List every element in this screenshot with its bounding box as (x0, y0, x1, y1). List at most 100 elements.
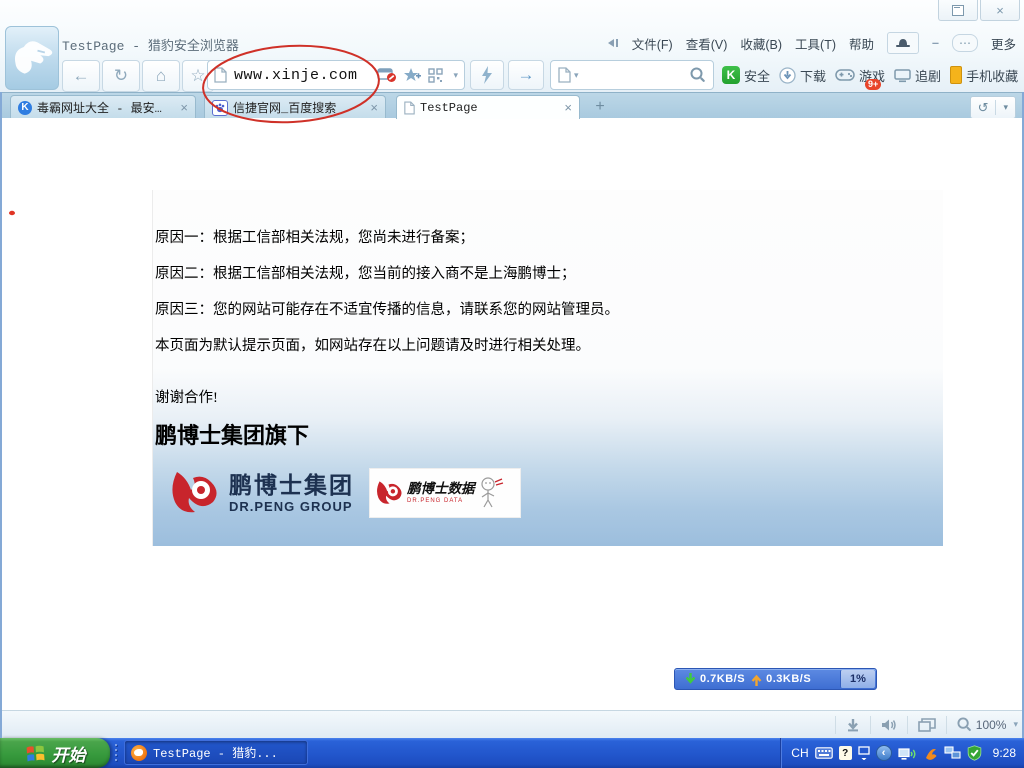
back-icon: ← (73, 66, 90, 86)
divider (946, 716, 947, 734)
close-button[interactable]: × (980, 0, 1020, 21)
window-border-left (0, 92, 2, 738)
k-safe-icon: K (722, 66, 740, 84)
page-icon (214, 67, 227, 83)
chevron-down-icon[interactable]: ▾ (996, 102, 1015, 113)
tab-title: 毒霸网址大全 - 最安… (37, 99, 162, 116)
help-tray-icon[interactable]: ? (839, 746, 852, 760)
doodle-mascot-icon (478, 476, 504, 510)
keyboard-icon[interactable] (815, 747, 833, 759)
menu-tools[interactable]: 工具(T) (795, 34, 836, 53)
status-bar-controls: 100% ▾ (835, 711, 1018, 738)
taskbar-app-testpage[interactable]: TestPage - 猎豹... (124, 740, 308, 765)
lightning-icon (481, 66, 493, 84)
liebao-taskbar-icon (131, 745, 147, 761)
zoom-control[interactable]: 100% ▾ (957, 717, 1018, 732)
tab-duba[interactable]: K 毒霸网址大全 - 最安… × (10, 95, 196, 119)
search-engine-icon[interactable] (558, 67, 571, 83)
new-tab-button[interactable]: + (588, 96, 612, 117)
home-button[interactable]: ⌂ (142, 60, 180, 92)
display-tray-icon[interactable] (858, 746, 870, 760)
chevron-down-icon[interactable]: ▾ (453, 70, 458, 81)
games-link[interactable]: 游戏 9+ (835, 66, 885, 85)
speed-percent: 1% (840, 670, 875, 688)
page-viewport: 原因一：根据工信部相关法规，您尚未进行备案； 原因二：根据工信部相关法规，您当前… (0, 118, 1024, 710)
tab-close-icon[interactable]: × (364, 100, 378, 115)
multi-window-icon[interactable] (918, 718, 936, 732)
language-indicator[interactable]: CH (791, 746, 808, 760)
clock: 9:28 (993, 746, 1016, 760)
browser-chrome: × TestPage - 猎豹安全浏览器 文件(F) 查看(V) 收藏(B) 工… (0, 0, 1024, 92)
add-favorite-icon[interactable] (404, 67, 421, 83)
reopen-tab-button[interactable]: ↺ (971, 100, 996, 116)
tab-title: 信捷官网_百度搜索 (233, 99, 336, 116)
collapse-menu-icon[interactable] (607, 37, 619, 49)
accelerate-button[interactable] (470, 60, 504, 90)
quick-links: K 安全 下载 游戏 9+ (722, 60, 1018, 90)
tab-close-icon[interactable]: × (558, 100, 572, 115)
security-shield-icon[interactable] (967, 745, 982, 761)
menu-view[interactable]: 查看(V) (686, 34, 728, 53)
browser-status-bar: 100% ▾ (0, 710, 1024, 738)
games-badge: 9+ (865, 79, 881, 90)
phone-favorites-link[interactable]: 手机收藏 (950, 66, 1018, 85)
desktop: × TestPage - 猎豹安全浏览器 文件(F) 查看(V) 收藏(B) 工… (0, 0, 1024, 768)
drpeng-bird-icon (167, 468, 221, 518)
menubar: 文件(F) 查看(V) 收藏(B) 工具(T) 帮助 – ⋯ 更多 (607, 32, 1016, 54)
safety-label: 安全 (744, 66, 770, 85)
search-box[interactable]: ▾ (550, 60, 714, 90)
chevron-down-icon[interactable]: ▾ (574, 70, 579, 81)
down-speed-icon (685, 673, 696, 686)
menu-help[interactable]: 帮助 (849, 34, 874, 53)
forward-icon: → (518, 65, 535, 85)
more-tools-button[interactable]: ⋯ (952, 34, 978, 52)
chevron-down-icon: ▾ (1013, 719, 1018, 730)
url-text[interactable]: www.xinje.com (234, 67, 358, 84)
download-icon (779, 67, 796, 84)
zoom-search-icon (957, 717, 972, 732)
network-speed-widget[interactable]: 0.7KB/S 0.3KB/S 1% (674, 668, 877, 690)
qrcode-icon[interactable] (428, 68, 443, 83)
restore-button[interactable] (938, 0, 978, 21)
drama-label: 追剧 (915, 66, 941, 85)
more-menu[interactable]: 更多 (991, 34, 1016, 53)
download-manager-icon[interactable] (846, 718, 860, 732)
tab-history-controls: ↺ ▾ (970, 96, 1016, 119)
refresh-icon: ↻ (114, 66, 128, 86)
tab-close-icon[interactable]: × (174, 100, 188, 115)
logo-data-cn: 鹏博士数据 (407, 482, 475, 496)
search-icon[interactable] (690, 67, 706, 83)
taskbar: 开始 TestPage - 猎豹... CH ? ‹ (0, 738, 1024, 768)
block-notice-panel: 原因一：根据工信部相关法规，您尚未进行备案； 原因二：根据工信部相关法规，您当前… (152, 190, 943, 546)
system-tray: CH ? ‹ (780, 738, 1024, 768)
tab-baidu-search[interactable]: 信捷官网_百度搜索 × (204, 95, 386, 119)
hide-icons-chevron[interactable]: ‹ (876, 745, 892, 761)
menu-file[interactable]: 文件(F) (632, 34, 673, 53)
speaker-icon[interactable] (881, 718, 897, 732)
address-bar-icons: ▾ (377, 67, 458, 83)
skin-button[interactable] (887, 32, 919, 54)
safety-link[interactable]: K 安全 (722, 66, 770, 85)
drama-link[interactable]: 追剧 (894, 66, 941, 85)
tab-testpage[interactable]: TestPage × (396, 95, 580, 119)
network-signal-icon[interactable] (898, 746, 917, 761)
back-button[interactable]: ← (62, 60, 100, 92)
taskbar-grip[interactable] (114, 744, 118, 762)
refresh-button[interactable]: ↻ (102, 60, 140, 92)
download-label: 下载 (800, 66, 826, 85)
start-button[interactable]: 开始 (0, 738, 110, 768)
menu-favorites[interactable]: 收藏(B) (740, 34, 782, 53)
home-icon: ⌂ (156, 66, 166, 86)
minimize-button[interactable]: – (932, 36, 939, 50)
liebao-browser-logo[interactable] (5, 26, 59, 90)
adblock-icon[interactable] (377, 67, 397, 83)
phone-favorites-label: 手机收藏 (966, 66, 1018, 85)
lan-tray-icon[interactable] (944, 746, 961, 760)
down-speed-value: 0.7KB/S (700, 673, 745, 685)
drpeng-group-logo: 鹏博士集团 DR.PENG GROUP (167, 468, 354, 518)
downloader-tray-icon[interactable] (923, 746, 938, 761)
baidu-favicon (212, 100, 228, 116)
address-bar[interactable]: www.xinje.com ▾ (207, 60, 465, 90)
forward-button[interactable]: → (508, 60, 544, 90)
download-link[interactable]: 下载 (779, 66, 826, 85)
